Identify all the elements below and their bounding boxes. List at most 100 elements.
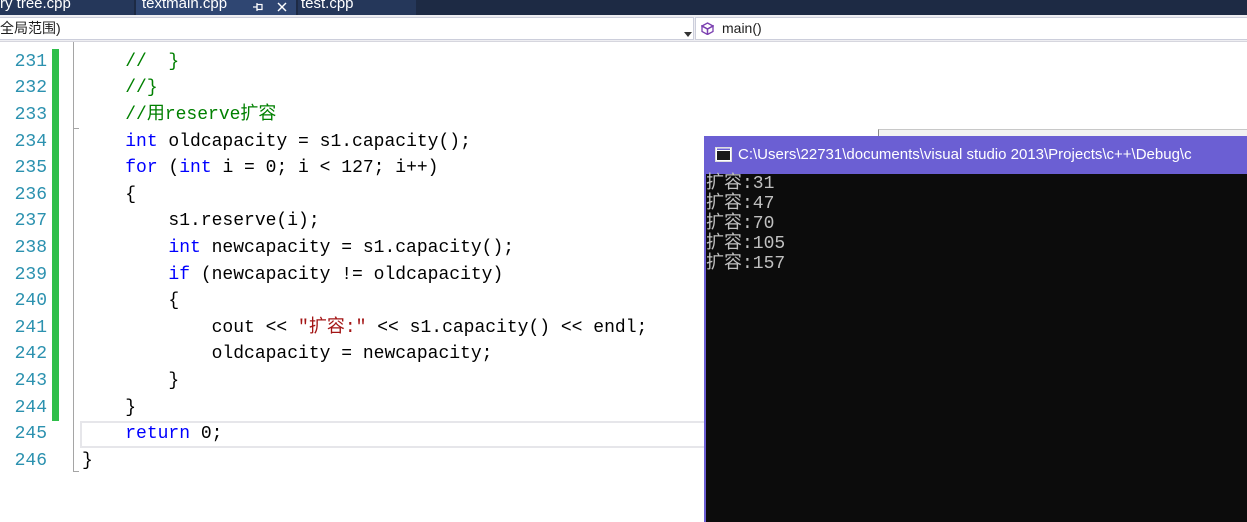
saved-change-marker [52, 48, 59, 76]
saved-change-marker [52, 208, 59, 235]
tab-textmain-cpp[interactable]: textmain.cpp [136, 0, 296, 15]
code-line[interactable]: //用reserve扩容 [82, 102, 276, 129]
code-token-plain: } [82, 397, 137, 418]
code-line[interactable]: } [82, 448, 93, 475]
outline-region-end[interactable] [73, 471, 79, 472]
saved-change-marker [52, 155, 59, 182]
code-line[interactable]: for (int i = 0; i < 127; i++) [82, 155, 438, 182]
document-tab-bar: ry tree.cpp textmain.cpp test.cpp [0, 0, 1247, 15]
code-token-plain: newcapacity = s1.capacity(); [200, 237, 515, 258]
scope-dropdown-value: 全局范围) [0, 20, 61, 36]
code-token-keyword: return [125, 424, 191, 445]
saved-change-marker [52, 128, 59, 156]
code-token-plain: oldcapacity = s1.capacity(); [157, 131, 471, 152]
console-app-icon[interactable] [715, 147, 732, 162]
code-line[interactable]: cout << "扩容:" << s1.capacity() << endl; [82, 315, 648, 342]
code-line[interactable]: oldcapacity = newcapacity; [82, 341, 493, 368]
code-line[interactable]: s1.reserve(i); [82, 208, 320, 235]
code-token-string: "扩容:" [298, 317, 367, 338]
console-output-line: 扩容:47 [706, 194, 775, 214]
close-icon[interactable] [276, 0, 288, 12]
code-token-plain: (newcapacity != oldcapacity) [190, 264, 504, 285]
saved-change-marker [52, 367, 59, 395]
console-title: C:\Users\22731\documents\visual studio 2… [738, 146, 1192, 163]
code-line[interactable]: } [82, 368, 179, 395]
tab-test-cpp[interactable]: test.cpp [298, 0, 416, 15]
saved-change-marker [52, 314, 59, 342]
line-number: 244 [14, 397, 47, 418]
console-output-line: 扩容:31 [706, 174, 775, 194]
saved-change-marker [52, 261, 59, 289]
saved-change-marker [52, 341, 59, 368]
code-token-plain: } [82, 450, 93, 471]
chevron-down-icon[interactable] [684, 25, 692, 37]
code-token-comment: // } [125, 51, 180, 72]
code-token-plain: s1.reserve(i); [82, 211, 320, 232]
member-dropdown-value: main() [722, 20, 762, 36]
navigation-bar: 全局范围) main() [0, 15, 1247, 42]
scope-dropdown[interactable]: 全局范围) [0, 17, 694, 40]
line-number: 240 [14, 291, 47, 312]
code-line[interactable]: { [82, 288, 179, 315]
code-token-keyword: if [168, 264, 191, 285]
code-token-keyword: for [125, 158, 158, 179]
console-output: 扩容:31 扩容:47 扩容:70 扩容:105 扩容:157 [706, 174, 1247, 274]
code-token-plain: { [82, 291, 180, 312]
line-number: 243 [14, 370, 47, 391]
console-window[interactable]: C:\Users\22731\documents\visual studio 2… [704, 136, 1247, 522]
outline-guide [73, 42, 74, 472]
line-number: 237 [14, 211, 47, 232]
tab-label: textmain.cpp [142, 0, 228, 12]
line-number: 239 [14, 264, 47, 285]
console-output-line: 扩容:157 [706, 254, 786, 274]
outline-region-end [73, 128, 79, 129]
line-number: 233 [14, 104, 47, 125]
code-token-plain: { [82, 184, 137, 205]
line-number: 241 [14, 317, 47, 338]
code-line[interactable]: int oldcapacity = s1.capacity(); [82, 129, 471, 156]
code-token-plain: } [82, 370, 180, 391]
code-token-plain: cout << [82, 317, 299, 338]
tab-label: ry tree.cpp [0, 0, 71, 12]
line-number: 231 [14, 51, 47, 72]
console-title-bar[interactable]: C:\Users\22731\documents\visual studio 2… [706, 136, 1247, 174]
line-number: 238 [14, 237, 47, 258]
console-output-line: 扩容:70 [706, 214, 775, 234]
code-line[interactable]: if (newcapacity != oldcapacity) [82, 262, 503, 289]
code-line[interactable]: return 0; [82, 421, 222, 448]
member-dropdown[interactable]: main() [695, 17, 1247, 40]
line-number: 232 [14, 78, 47, 99]
code-token-plain: oldcapacity = newcapacity; [82, 344, 493, 365]
line-number: 242 [14, 344, 47, 365]
saved-change-marker [52, 101, 59, 129]
line-number: 234 [14, 131, 47, 152]
code-token-comment: //} [125, 78, 158, 99]
code-token-plain: << s1.capacity() << endl; [366, 317, 648, 338]
code-token-plain: i = 0; i < 127; i++) [211, 158, 439, 179]
pin-icon[interactable] [252, 0, 264, 11]
code-token-keyword: int [179, 158, 212, 179]
console-output-area[interactable]: 扩容:31 扩容:47 扩容:70 扩容:105 扩容:157 [706, 174, 1247, 522]
code-token-keyword: int [168, 237, 201, 258]
tab-label: test.cpp [301, 0, 354, 12]
saved-change-marker [52, 181, 59, 209]
tab-ry-tree-cpp[interactable]: ry tree.cpp [0, 0, 134, 15]
code-line[interactable]: { [82, 182, 136, 209]
code-token-plain: ( [157, 158, 180, 179]
line-number: 246 [14, 450, 47, 471]
saved-change-marker [52, 75, 59, 102]
code-line[interactable]: // } [82, 49, 179, 76]
line-number: 236 [14, 184, 47, 205]
code-line[interactable]: int newcapacity = s1.capacity(); [82, 235, 514, 262]
line-number: 245 [14, 424, 47, 445]
code-line[interactable]: } [82, 395, 136, 422]
code-line[interactable]: //} [82, 75, 158, 102]
